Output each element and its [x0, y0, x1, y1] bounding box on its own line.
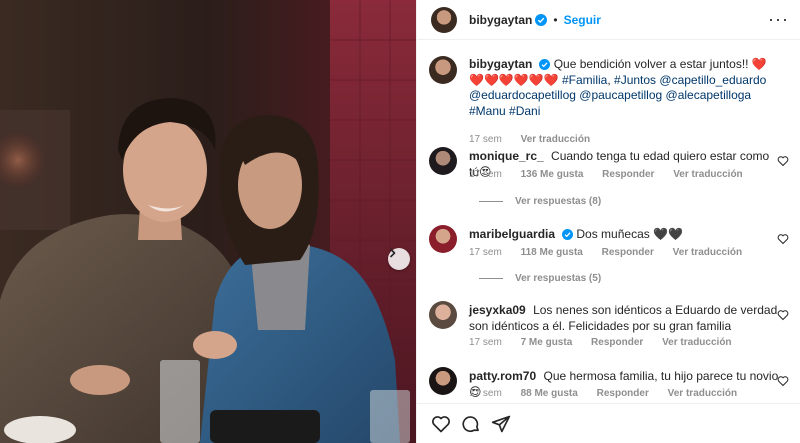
comment-username[interactable]: jesyxka09	[469, 303, 526, 317]
comment-text: maribelguardia Dos muñecas 🖤🖤	[469, 227, 781, 243]
translate-link[interactable]: Ver traducción	[668, 388, 737, 399]
avatar[interactable]	[429, 225, 457, 253]
timestamp: 17 sem	[469, 169, 502, 180]
heart-icon[interactable]	[777, 309, 789, 321]
replies-divider	[479, 201, 503, 202]
comment-icon[interactable]	[461, 414, 481, 434]
timestamp: 17 sem	[469, 337, 502, 348]
comment-meta: 17 sem 7 Me gusta Responder Ver traducci…	[469, 337, 748, 348]
comment-meta: 17 sem 136 Me gusta Responder Ver traduc…	[469, 169, 759, 180]
heart-icon[interactable]	[777, 233, 789, 245]
comment-meta: 17 sem 88 Me gusta Responder Ver traducc…	[469, 388, 753, 399]
reply-button[interactable]: Responder	[591, 337, 643, 348]
caption-text: bibygaytan Que bendición volver a estar …	[469, 57, 767, 118]
reply-button[interactable]: Responder	[602, 169, 654, 180]
timestamp: 17 sem	[469, 134, 502, 145]
view-replies-label: Ver respuestas (8)	[515, 196, 602, 207]
translate-link[interactable]: Ver traducción	[662, 337, 731, 348]
comment-text: jesyxka09 Los nenes son idénticos a Edua…	[469, 303, 781, 334]
hashtag-link[interactable]: #Dani	[509, 104, 540, 118]
likes-count[interactable]: 118 Me gusta	[521, 247, 583, 258]
comment-username[interactable]: monique_rc_	[469, 149, 544, 163]
likes-count[interactable]: 136 Me gusta	[521, 169, 584, 180]
timestamp: 17 sem	[469, 388, 502, 399]
heart-icon[interactable]	[431, 414, 451, 434]
view-replies-label: Ver respuestas (5)	[515, 273, 602, 284]
mention-link[interactable]: @alecapetilloga	[666, 88, 752, 102]
photo-illustration	[0, 0, 416, 443]
replies-divider	[479, 278, 503, 279]
likes-count[interactable]: 7 Me gusta	[521, 337, 573, 348]
next-photo-button[interactable]	[388, 248, 410, 270]
translate-link[interactable]: Ver traducción	[673, 169, 742, 180]
verified-badge-icon	[535, 13, 548, 26]
post-header: bibygaytan • Seguir ···	[417, 0, 800, 40]
timestamp: 17 sem	[469, 247, 502, 258]
comments-list: bibygaytan Que bendición volver a estar …	[417, 41, 800, 401]
comment-body: Dos muñecas 🖤🖤	[576, 227, 683, 241]
hashtag-link[interactable]: #Familia	[562, 73, 607, 87]
action-bar	[417, 403, 800, 443]
translate-link[interactable]: Ver traducción	[521, 134, 590, 145]
heart-icon[interactable]	[777, 155, 789, 167]
hashtag-link[interactable]: #Manu	[469, 104, 506, 118]
avatar[interactable]	[429, 56, 457, 84]
reply-button[interactable]: Responder	[597, 388, 649, 399]
header-separator: •	[553, 12, 558, 27]
reply-button[interactable]: Responder	[602, 247, 654, 258]
translate-link[interactable]: Ver traducción	[673, 247, 742, 258]
more-options-icon[interactable]: ···	[768, 10, 789, 28]
paper-plane-icon[interactable]	[491, 414, 511, 434]
avatar[interactable]	[429, 301, 457, 329]
follow-button[interactable]: Seguir	[564, 13, 601, 27]
likes-count[interactable]: 88 Me gusta	[521, 388, 578, 399]
mention-link[interactable]: @capetillo_eduardo	[659, 73, 766, 87]
verified-badge-icon	[539, 59, 551, 70]
heart-icon[interactable]	[777, 375, 789, 387]
chevron-right-icon	[390, 248, 396, 258]
post-side-panel: bibygaytan • Seguir ··· bibygaytan Que b…	[416, 0, 800, 443]
avatar[interactable]	[429, 147, 457, 175]
mention-link[interactable]: @paucapetillog	[579, 88, 662, 102]
verified-badge-icon	[562, 229, 574, 240]
mention-link[interactable]: @eduardocapetillog	[469, 88, 576, 102]
hashtag-link[interactable]: #Juntos	[614, 73, 656, 87]
avatar[interactable]	[429, 367, 457, 395]
view-replies-button[interactable]: Ver respuestas (8)	[479, 196, 601, 207]
avatar[interactable]	[431, 6, 457, 33]
caption-meta: 17 sem Ver traducción	[469, 134, 606, 145]
comment-meta: 17 sem 118 Me gusta Responder Ver traduc…	[469, 247, 758, 258]
view-replies-button[interactable]: Ver respuestas (5)	[479, 273, 601, 284]
caption-username[interactable]: bibygaytan	[469, 57, 532, 71]
comment-username[interactable]: patty.rom70	[469, 369, 536, 383]
header-username[interactable]: bibygaytan	[469, 13, 532, 27]
comment-username[interactable]: maribelguardia	[469, 227, 555, 241]
post-photo[interactable]	[0, 0, 416, 443]
